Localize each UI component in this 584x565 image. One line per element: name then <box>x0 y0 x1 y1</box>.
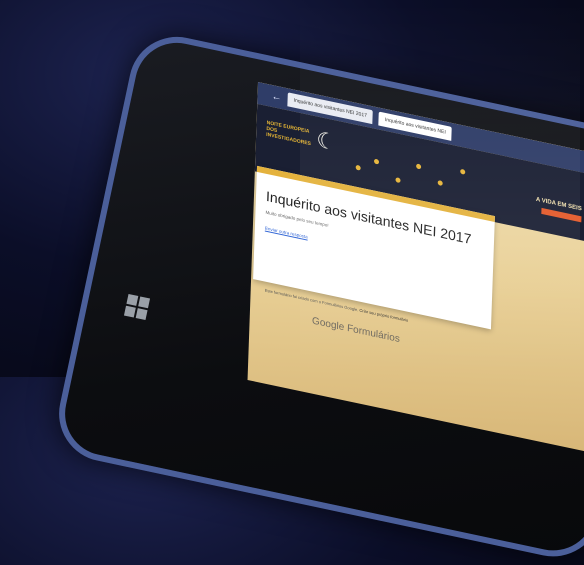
google-forms-logo[interactable]: Google Formulários <box>312 316 400 345</box>
photo-scene: ← Inquérito aos visitantes NEI 2017 Inqu… <box>0 0 584 565</box>
decorative-dot <box>355 164 361 171</box>
banner-event-logo: NOITE EUROPEIA DOS INVESTIGADORES <box>266 119 312 148</box>
decorative-dot <box>373 158 380 165</box>
moon-icon: ☾ <box>315 126 337 156</box>
decorative-dot <box>460 168 466 175</box>
decorative-dot <box>395 177 401 184</box>
submit-another-link[interactable]: Enviar outra resposta <box>265 226 308 240</box>
decorative-dot <box>416 163 422 170</box>
windows-logo-icon <box>123 293 151 321</box>
back-arrow-icon[interactable]: ← <box>271 90 281 103</box>
decorative-dot <box>437 180 443 187</box>
